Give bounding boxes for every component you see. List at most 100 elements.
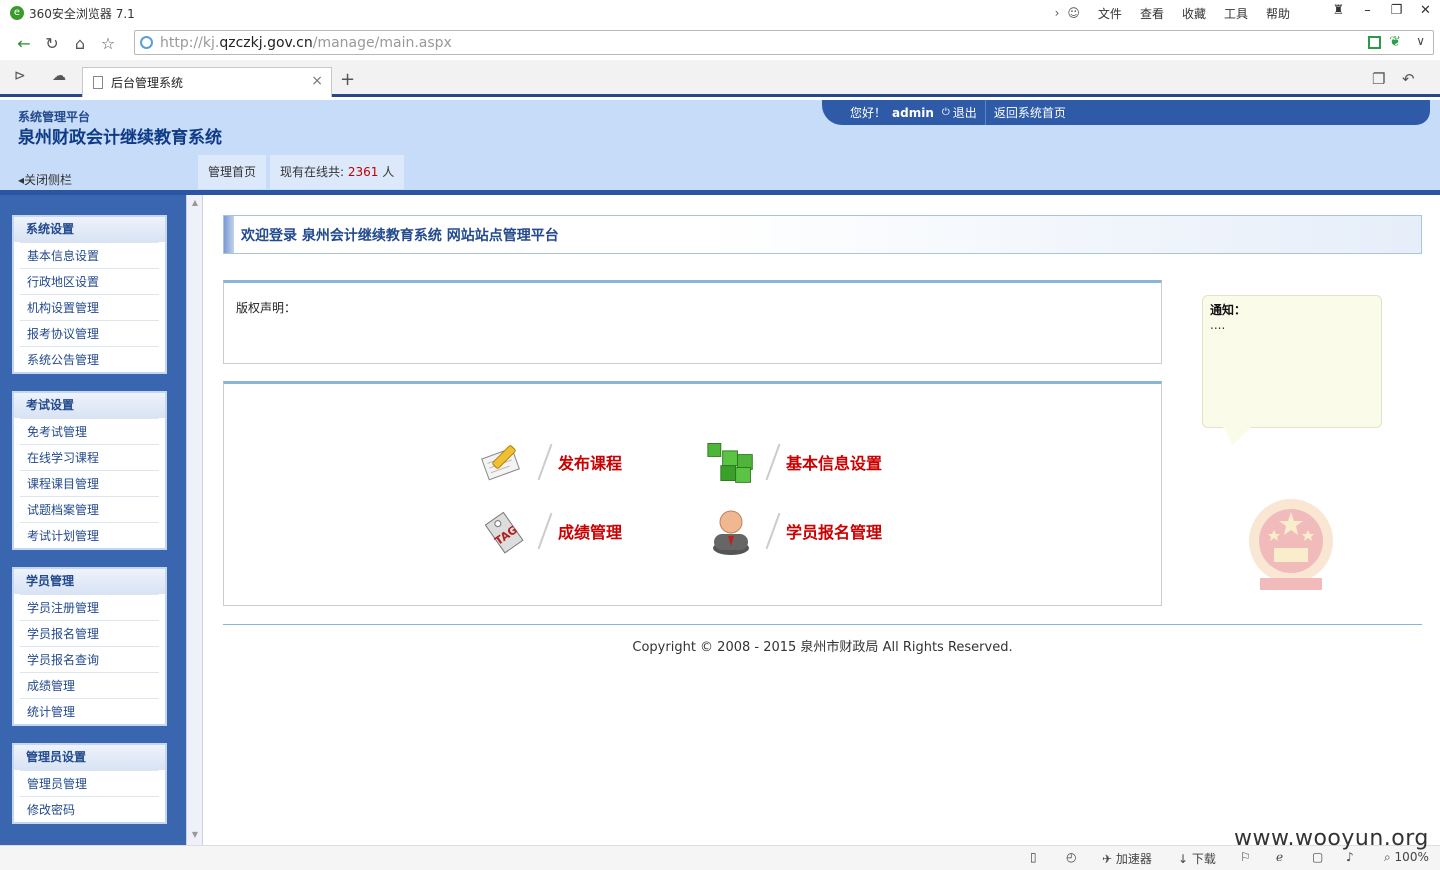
sidebar-item-subjects[interactable]: 课程课目管理 [20,470,159,496]
home-button[interactable]: ⌂ [66,34,94,53]
window-icon[interactable]: ▢ [1312,850,1323,864]
close-tab-icon[interactable]: × [311,73,323,89]
browser-tabbar: ⊳ ☁ 后台管理系统 × + ❐ ↶ [0,60,1440,97]
sidebar-item-exempt[interactable]: 免考试管理 [20,418,159,444]
sidebar-item-announcement[interactable]: 系统公告管理 [20,346,159,372]
basic-info-label: 基本信息设置 [786,454,883,473]
cubes-icon [706,438,756,486]
enrollment-label: 学员报名管理 [786,523,883,542]
sidebar-group-title[interactable]: 考试设置 [14,393,165,418]
back-button[interactable]: ← [10,34,38,53]
sidebar-group-title[interactable]: 管理员设置 [14,745,165,770]
chevron-down-icon[interactable]: ∨ [1416,34,1425,48]
sidebar-item-basic-info[interactable]: 基本信息设置 [20,242,159,268]
sidebar-item-change-password[interactable]: 修改密码 [20,796,159,822]
sidebar-item-enrollment[interactable]: 学员报名管理 [20,620,159,646]
sidebar-item-online-course[interactable]: 在线学习课程 [20,444,159,470]
quick-link-enrollment[interactable]: 学员报名管理 [706,507,882,555]
scroll-down-icon[interactable]: ▼ [189,830,201,842]
scroll-up-icon[interactable]: ▲ [189,198,201,210]
download-button[interactable]: ↓ 下载 [1178,850,1216,867]
sidebar-item-enrollment-query[interactable]: 学员报名查询 [20,646,159,672]
divider [984,100,986,125]
minimize-button[interactable]: – [1353,0,1382,24]
flag-icon[interactable]: ⚐ [1240,850,1251,864]
qr-code-icon[interactable] [1368,36,1381,49]
quick-link-basic-info[interactable]: 基本信息设置 [706,438,882,486]
url-text: http://kj.qzczkj.gov.cn/manage/main.aspx [160,34,452,51]
sidebar-group-system: 系统设置 基本信息设置 行政地区设置 机构设置管理 报考协议管理 系统公告管理 [12,215,167,374]
bookmark-star-icon[interactable]: ☆ [94,34,122,53]
notice-content: .... [1210,318,1226,332]
notice-title: 通知： [1210,303,1247,317]
power-icon: ⏻ [941,107,950,118]
header-tabs: 管理首页 现有在线共: 2361 人 [198,155,408,189]
sidebar-item-exam-plan[interactable]: 考试计划管理 [20,522,159,548]
leaf-icon[interactable]: ❦ [1389,34,1401,50]
sidebar-item-question-bank[interactable]: 试题档案管理 [20,496,159,522]
browser-title: 360安全浏览器 7.1 [29,6,135,21]
watermark: www.wooyun.org [1234,826,1429,851]
sidebar-item-grades[interactable]: 成绩管理 [20,672,159,698]
undo-icon[interactable]: ↶ [1402,70,1415,88]
sidebar: 系统设置 基本信息设置 行政地区设置 机构设置管理 报考协议管理 系统公告管理 … [0,195,186,845]
new-tab-button[interactable]: + [340,69,355,90]
greeting: 您好！ [850,106,887,120]
sidebar-scrollbar[interactable]: ▲ ▼ [186,195,203,845]
refresh-speed-icon[interactable]: ◴ [1066,850,1076,864]
footer-divider [223,624,1422,625]
online-count-tab: 现有在线共: 2361 人 [270,155,405,189]
sidebar-item-region[interactable]: 行政地区设置 [20,268,159,294]
welcome-banner: 欢迎登录 泉州会计继续教育系统 网站站点管理平台 [223,215,1422,254]
site-header: 系统管理平台 泉州财政会计继续教育系统 您好！ admin ⏻ 退出 返回系统首… [0,100,1440,192]
user-icon[interactable]: ☺ [1067,6,1080,20]
header-divider [0,190,1440,195]
welcome-text: 欢迎登录 泉州会计继续教育系统 网站站点管理平台 [241,227,559,244]
logout-link[interactable]: 退出 [953,104,977,121]
tab-admin[interactable]: 后台管理系统 × [82,67,332,97]
sidebar-item-statistics[interactable]: 统计管理 [20,698,159,724]
grades-label: 成绩管理 [558,523,623,542]
tag-icon: TAG [478,507,528,555]
restore-tabs-icon[interactable]: ❐ [1372,70,1385,88]
chevron-right-icon[interactable]: › [1055,6,1060,20]
cloud-icon[interactable]: ☁ [52,68,66,84]
ie-icon[interactable]: ℯ [1276,850,1283,864]
menu-file[interactable]: 文件 [1098,5,1122,22]
tab-admin-home[interactable]: 管理首页 [198,155,267,189]
close-sidebar-link[interactable]: ◂关闭侧栏 [18,171,72,188]
refresh-button[interactable]: ↻ [38,34,66,53]
accelerator-button[interactable]: ✈ 加速器 [1102,850,1152,867]
restore-button[interactable]: ❐ [1382,0,1411,24]
menu-favorites[interactable]: 收藏 [1182,5,1206,22]
sidebar-item-agreement[interactable]: 报考协议管理 [20,320,159,346]
sidebar-item-registration[interactable]: 学员注册管理 [20,594,159,620]
browser-titlebar: e 360安全浏览器 7.1 › ☺ 文件 查看 收藏 工具 帮助 ♜ – ❐ … [0,0,1440,26]
menu-tools[interactable]: 工具 [1224,5,1248,22]
url-input[interactable]: http://kj.qzczkj.gov.cn/manage/main.aspx… [134,30,1434,55]
skin-icon[interactable]: ♜ [1324,0,1353,24]
browser-logo-icon: e [10,6,24,20]
quick-link-publish-course[interactable]: 发布课程 [478,438,622,486]
divider [537,512,553,550]
home-link[interactable]: 返回系统首页 [994,104,1066,121]
sidebar-toggle-icon[interactable]: ⊳ [14,68,26,84]
sidebar-item-org[interactable]: 机构设置管理 [20,294,159,320]
site-title: 泉州财政会计继续教育系统 [18,128,222,148]
close-window-button[interactable]: ✕ [1411,0,1440,24]
quick-link-grades[interactable]: TAG 成绩管理 [478,507,622,555]
menu-help[interactable]: 帮助 [1266,5,1290,22]
menu-view[interactable]: 查看 [1140,5,1164,22]
sidebar-group-title[interactable]: 系统设置 [14,217,165,242]
mobile-icon[interactable]: ▯ [1030,850,1037,864]
window-controls: ♜ – ❐ ✕ [1324,0,1440,24]
sidebar-group-title[interactable]: 学员管理 [14,569,165,594]
footer-copyright: Copyright © 2008 - 2015 泉州市财政局 All Right… [632,640,1013,655]
sidebar-item-admin-manage[interactable]: 管理员管理 [20,770,159,796]
zoom-control[interactable]: ⌕ 100% [1384,850,1429,865]
banner-accent [224,216,234,253]
user-icon [706,507,756,555]
volume-icon[interactable]: ♪ [1346,850,1354,864]
quick-links-box: 发布课程 基本信息设置 TAG 成绩管理 学员报名管理 [223,381,1162,606]
copyright-label: 版权声明： [236,301,297,315]
